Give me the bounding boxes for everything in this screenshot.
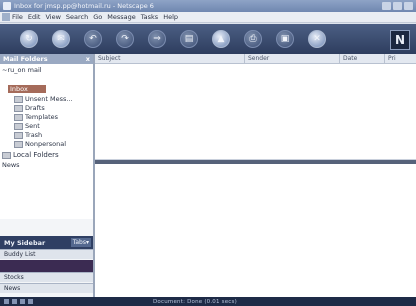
menu-search[interactable]: Search — [66, 13, 88, 21]
menu-grip-icon — [2, 13, 10, 21]
column-subject[interactable]: Subject — [95, 54, 245, 63]
folder-icon — [14, 140, 23, 148]
folder-icon — [14, 95, 23, 103]
menu-go[interactable]: Go — [93, 13, 102, 21]
minimize-button[interactable] — [382, 2, 391, 10]
folder-label: Unsent Mess... — [25, 95, 73, 103]
message-preview[interactable] — [95, 164, 416, 297]
forward-button[interactable]: ⇒ — [148, 30, 166, 48]
folder-icon — [14, 113, 23, 121]
thread-header: Subject Sender Date Pri — [95, 54, 416, 64]
close-pane-button[interactable]: x — [86, 55, 90, 63]
local-folders-label: Local Folders — [13, 151, 59, 159]
new-msg-button[interactable]: ✉ — [52, 30, 70, 48]
netscape-logo: N — [390, 30, 410, 50]
folder-nonpersonal[interactable]: Nonpersonal — [14, 140, 66, 148]
folder-sent[interactable]: Sent — [14, 122, 40, 130]
folder-unsent[interactable]: Unsent Mess... — [14, 95, 73, 103]
message-pane: Subject Sender Date Pri — [95, 54, 416, 297]
sidebar-header: My Sidebar Tabs▾ — [0, 236, 93, 249]
news-node[interactable]: News — [2, 161, 20, 169]
mail-window: Inbox for jmsp.pp@hotmail.ru - Netscape … — [0, 0, 416, 306]
news-label: News — [2, 161, 20, 169]
reply-all-icon: ↷ — [121, 34, 129, 44]
menu-tasks[interactable]: Tasks — [141, 13, 158, 21]
status-bar: Document: Done (0.01 secs) — [0, 297, 416, 306]
navigator-icon[interactable] — [4, 299, 9, 304]
column-date[interactable]: Date — [340, 54, 385, 63]
mail-icon[interactable] — [12, 299, 17, 304]
account-label: ~ru_on mail — [2, 66, 42, 74]
folder-tree: ~ru_on mail Inbox Unsent Mess... Drafts … — [0, 64, 93, 219]
menu-message[interactable]: Message — [107, 13, 136, 21]
app-icon — [3, 2, 11, 10]
print-icon: ⎙ — [249, 34, 257, 44]
sidebar-item-stocks[interactable]: Stocks — [0, 272, 93, 282]
stop-button[interactable]: ✕ — [308, 30, 326, 48]
menu-help[interactable]: Help — [163, 13, 178, 21]
column-priority[interactable]: Pri — [385, 54, 416, 63]
status-text: Document: Done (0.01 secs) — [153, 298, 237, 305]
delete-button[interactable]: ▣ — [276, 30, 294, 48]
folder-label: Sent — [25, 122, 40, 130]
message-list[interactable] — [95, 64, 416, 159]
menu-view[interactable]: View — [45, 13, 60, 21]
mail-toolbar: ↻ ✉ ↶ ↷ ⇒ ▤ ▲ ⎙ ▣ ✕ N — [0, 24, 416, 54]
reply-icon: ↶ — [89, 34, 97, 44]
print-button[interactable]: ⎙ — [244, 30, 262, 48]
account-node[interactable]: ~ru_on mail — [2, 66, 42, 74]
close-window-button[interactable] — [404, 2, 413, 10]
folder-label: Nonpersonal — [25, 140, 67, 148]
menu-edit[interactable]: Edit — [28, 13, 41, 21]
composer-icon[interactable] — [20, 299, 25, 304]
folder-drafts[interactable]: Drafts — [14, 104, 45, 112]
folder-pane-header: Mail Folders x — [0, 54, 93, 64]
delete-icon: ▣ — [280, 34, 290, 44]
sidebar-panel — [0, 260, 93, 272]
get-msg-icon: ↻ — [25, 34, 33, 44]
folder-icon — [14, 104, 23, 112]
get-msg-button[interactable]: ↻ — [20, 30, 38, 48]
menu-file[interactable]: File — [12, 13, 23, 21]
sidebar-title: My Sidebar — [4, 238, 46, 247]
forward-icon: ⇒ — [153, 34, 161, 44]
local-folders-node[interactable]: Local Folders — [2, 151, 59, 159]
maximize-button[interactable] — [393, 2, 402, 10]
local-folder-icon — [2, 151, 11, 159]
reply-all-button[interactable]: ↷ — [116, 30, 134, 48]
column-sender[interactable]: Sender — [245, 54, 340, 63]
sidebar-item-buddy-list[interactable]: Buddy List — [0, 249, 93, 259]
window-title: Inbox for jmsp.pp@hotmail.ru - Netscape … — [14, 2, 154, 10]
folder-pane: Mail Folders x ~ru_on mail Inbox Unsent … — [0, 54, 95, 306]
folder-label: Trash — [25, 131, 43, 139]
sidebar-tabs-button[interactable]: Tabs▾ — [70, 238, 91, 247]
folder-icon — [14, 122, 23, 130]
file-icon: ▤ — [184, 34, 194, 44]
file-button[interactable]: ▤ — [180, 30, 198, 48]
folder-inbox-label: Inbox — [10, 85, 28, 93]
folder-trash[interactable]: Trash — [14, 131, 42, 139]
reply-button[interactable]: ↶ — [84, 30, 102, 48]
next-button[interactable]: ▲ — [212, 30, 230, 48]
address-book-icon[interactable] — [28, 299, 33, 304]
folder-label: Templates — [25, 113, 59, 121]
folder-templates[interactable]: Templates — [14, 113, 58, 121]
folder-inbox[interactable]: Inbox — [10, 85, 28, 93]
menu-bar: File Edit View Search Go Message Tasks H… — [0, 12, 416, 23]
stop-icon: ✕ — [313, 34, 321, 44]
title-bar: Inbox for jmsp.pp@hotmail.ru - Netscape … — [0, 0, 416, 12]
folder-label: Drafts — [25, 104, 45, 112]
sidebar-item-news[interactable]: News — [0, 283, 93, 293]
folder-pane-title: Mail Folders — [3, 55, 48, 63]
trash-icon — [14, 131, 23, 139]
next-icon: ▲ — [217, 34, 225, 44]
new-msg-icon: ✉ — [57, 34, 65, 44]
